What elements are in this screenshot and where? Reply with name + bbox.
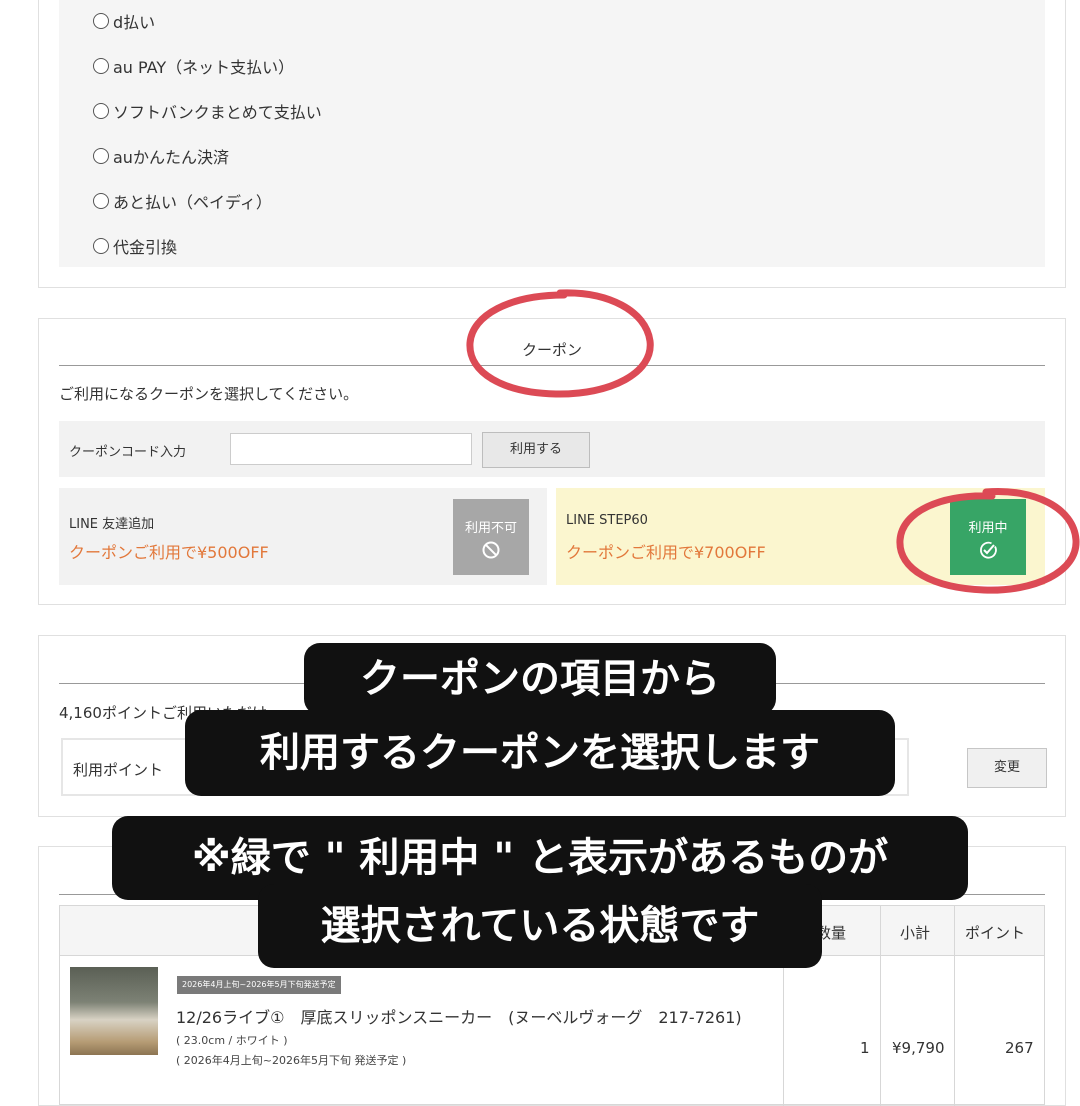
coupon-code-label: クーポンコード入力 — [69, 445, 187, 460]
coupon-offer: クーポンご利用で¥700OFF — [566, 543, 766, 562]
coupon-status-label: 利用中 — [968, 521, 1008, 536]
coupon-section-title: クーポン — [521, 341, 582, 359]
payment-option-d-barai[interactable]: d払い — [93, 7, 155, 35]
header-points: ポイント — [965, 924, 1026, 942]
payment-options-panel: d払い au PAY（ネット支払い） ソフトバンクまとめて支払い auかんたん決… — [59, 0, 1045, 267]
change-points-button[interactable]: 変更 — [967, 748, 1047, 788]
coupon-status-label: 利用不可 — [464, 521, 517, 536]
payment-option-label: au PAY（ネット支払い） — [113, 58, 295, 77]
payment-option-label: 代金引換 — [113, 238, 178, 257]
shipping-badge: 2026年4月上旬~2026年5月下旬発送予定 — [177, 976, 341, 994]
item-qty: 1 — [860, 1039, 870, 1057]
product-name[interactable]: 12/26ライブ① 厚底スリッポンスニーカー (ヌーベルヴォーグ 217-726… — [176, 1004, 742, 1028]
check-circle-icon — [980, 541, 997, 559]
item-points: 267 — [1005, 1039, 1034, 1057]
coupon-name: LINE 友達追加 — [69, 517, 155, 532]
payment-option-softbank[interactable]: ソフトバンクまとめて支払い — [93, 97, 322, 125]
product-variant: ( 23.0cm / ホワイト ) — [176, 1034, 288, 1047]
item-subtotal: ¥9,790 — [892, 1039, 945, 1057]
radio-button[interactable] — [93, 58, 109, 74]
payment-option-label: auかんたん決済 — [113, 148, 229, 167]
radio-button[interactable] — [93, 148, 109, 164]
caption-line-1b: 利用するクーポンを選択します — [185, 710, 895, 796]
product-image[interactable] — [70, 967, 158, 1055]
coupon-unavailable-button: 利用不可 — [453, 499, 529, 575]
prohibited-icon — [482, 541, 500, 559]
payment-option-au-kantan[interactable]: auかんたん決済 — [93, 142, 229, 170]
column-divider — [880, 906, 881, 1106]
divider — [59, 365, 1045, 366]
column-divider — [954, 906, 955, 1106]
coupon-section: クーポン ご利用になるクーポンを選択してください。 クーポンコード入力 利用する… — [38, 318, 1066, 605]
payment-section: d払い au PAY（ネット支払い） ソフトバンクまとめて支払い auかんたん決… — [38, 0, 1066, 288]
coupon-code-input[interactable] — [230, 433, 472, 465]
caption-line-2b: 選択されている状態です — [258, 884, 822, 968]
coupon-offer: クーポンご利用で¥500OFF — [69, 543, 269, 562]
header-subtotal: 小計 — [900, 924, 931, 942]
product-schedule: ( 2026年4月上旬~2026年5月下旬 発送予定 ) — [176, 1054, 407, 1067]
coupon-in-use-button[interactable]: 利用中 — [950, 499, 1026, 575]
payment-option-paidy[interactable]: あと払い（ペイディ） — [93, 187, 272, 215]
points-field-label: 利用ポイント — [73, 761, 164, 779]
radio-button[interactable] — [93, 13, 109, 29]
payment-option-label: d払い — [113, 13, 156, 32]
radio-button[interactable] — [93, 103, 109, 119]
payment-option-label: あと払い（ペイディ） — [113, 193, 272, 212]
payment-option-au-pay[interactable]: au PAY（ネット支払い） — [93, 52, 294, 80]
coupon-card-line-friend[interactable]: LINE 友達追加 クーポンご利用で¥500OFF 利用不可 — [59, 488, 547, 585]
radio-button[interactable] — [93, 238, 109, 254]
apply-coupon-code-button[interactable]: 利用する — [482, 432, 590, 468]
coupon-card-line-step60[interactable]: LINE STEP60 クーポンご利用で¥700OFF 利用中 — [556, 488, 1045, 585]
caption-line-1a: クーポンの項目から — [304, 643, 776, 715]
radio-button[interactable] — [93, 193, 109, 209]
coupon-code-row: クーポンコード入力 利用する — [59, 421, 1045, 477]
payment-option-cod[interactable]: 代金引換 — [93, 232, 177, 260]
coupon-name: LINE STEP60 — [566, 513, 648, 528]
coupon-instructions: ご利用になるクーポンを選択してください。 — [59, 385, 359, 403]
payment-option-label: ソフトバンクまとめて支払い — [113, 103, 322, 122]
